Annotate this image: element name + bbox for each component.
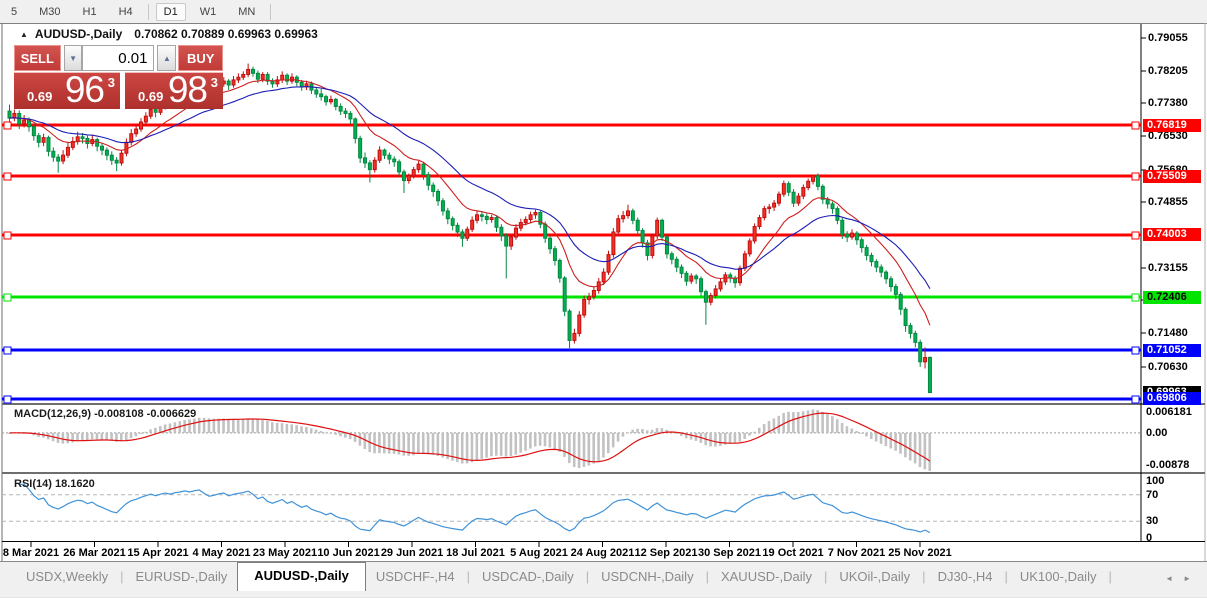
price-axis-tick: 0.79055 (1148, 32, 1188, 44)
level-price-label: 0.69806 (1143, 392, 1201, 405)
level-price-label: 0.72406 (1143, 291, 1201, 304)
sell-price-big: 96 (65, 69, 104, 111)
symbol-tab-dj30h4[interactable]: DJ30-,H4 (928, 564, 1003, 591)
tab-separator: | (584, 564, 591, 591)
price-axis-tick: 0.71480 (1148, 327, 1188, 339)
tab-separator: | (465, 564, 472, 591)
chevron-up-icon: ▲ (163, 54, 171, 63)
sell-price-prefix: 0.69 (27, 89, 52, 104)
macd-indicator-label: MACD(12,26,9) -0.008108 -0.006629 (14, 408, 196, 420)
rsi-scale-label: 70 (1146, 489, 1158, 501)
tab-separator: | (920, 564, 927, 591)
symbol-tab-bar: USDX,Weekly|EURUSD-,DailyAUDUSD-,DailyUS… (0, 561, 1207, 597)
symbol-tab-usdxweekly[interactable]: USDX,Weekly (16, 564, 118, 591)
tab-separator: | (822, 564, 829, 591)
symbol-tab-audusddaily[interactable]: AUDUSD-,Daily (237, 562, 366, 591)
one-click-trade-panel: SELL ▼ ▲ BUY 0.69 96 3 0.69 98 3 (14, 45, 223, 109)
level-price-label: 0.75509 (1143, 170, 1201, 183)
tabs-scroll-left-icon[interactable]: ◄ (1165, 574, 1183, 583)
mt4-terminal: { "toolbar": {"timeframes": ["5","M30","… (0, 0, 1207, 597)
sell-button[interactable]: SELL (14, 45, 61, 71)
date-label: 25 Nov 2021 (888, 547, 952, 559)
symbol-tab-usdcnhdaily[interactable]: USDCNH-,Daily (591, 564, 703, 591)
level-price-label: 0.71052 (1143, 344, 1201, 357)
symbol-tab-xauusddaily[interactable]: XAUUSD-,Daily (711, 564, 822, 591)
sell-price-sup: 3 (108, 75, 115, 90)
date-label: 5 Aug 2021 (510, 547, 568, 559)
date-label: 26 Mar 2021 (63, 547, 125, 559)
date-label: 23 May 2021 (253, 547, 317, 559)
rsi-indicator-label: RSI(14) 18.1620 (14, 478, 95, 490)
buy-price-big: 98 (168, 69, 207, 111)
price-axis-tick: 0.77380 (1148, 97, 1188, 109)
level-price-label: 0.76819 (1143, 119, 1201, 132)
symbol-tab-usdcaddaily[interactable]: USDCAD-,Daily (472, 564, 584, 591)
sell-price-display[interactable]: 0.69 96 3 (14, 72, 120, 109)
level-price-label: 0.74003 (1143, 228, 1201, 241)
macd-scale-label: 0.006181 (1146, 406, 1192, 418)
price-axis-tick: 0.74855 (1148, 196, 1188, 208)
date-label: 15 Apr 2021 (127, 547, 188, 559)
tab-separator: | (1002, 564, 1009, 591)
tab-separator: | (704, 564, 711, 591)
volume-decrease-button[interactable]: ▼ (64, 45, 83, 71)
date-label: 30 Sep 2021 (698, 547, 761, 559)
date-label: 29 Jun 2021 (381, 547, 443, 559)
price-axis-tick: 0.78205 (1148, 65, 1188, 77)
macd-scale-label: 0.00 (1146, 427, 1167, 439)
rsi-scale-label: 100 (1146, 475, 1164, 487)
date-label: 7 Nov 2021 (828, 547, 885, 559)
chart-symbol-label: AUDUSD-,Daily (35, 27, 122, 41)
price-axis-tick: 0.70630 (1148, 361, 1188, 373)
tabs-scroll-right-icon[interactable]: ► (1183, 574, 1201, 583)
symbol-tab-eurusddaily[interactable]: EURUSD-,Daily (126, 564, 238, 591)
symbol-tab-usdchfh4[interactable]: USDCHF-,H4 (366, 564, 465, 591)
date-label: 12 Sep 2021 (635, 547, 698, 559)
buy-button[interactable]: BUY (178, 45, 223, 71)
chart-ohlc-values: 0.70862 0.70889 0.69963 0.69963 (134, 27, 318, 41)
buy-price-prefix: 0.69 (138, 89, 163, 104)
date-label: 24 Aug 2021 (571, 547, 635, 559)
collapse-panel-icon[interactable]: ▲ (20, 30, 28, 39)
price-axis-tick: 0.73155 (1148, 262, 1188, 274)
volume-increase-button[interactable]: ▲ (157, 45, 176, 71)
symbol-tab-ukoildaily[interactable]: UKOil-,Daily (829, 564, 920, 591)
chevron-down-icon: ▼ (69, 54, 77, 63)
symbol-tab-uk100daily[interactable]: UK100-,Daily (1010, 564, 1107, 591)
tab-separator: | (1106, 564, 1113, 591)
tab-separator: | (118, 564, 125, 591)
date-label: 19 Oct 2021 (762, 547, 823, 559)
date-label: 8 Mar 2021 (3, 547, 59, 559)
buy-price-display[interactable]: 0.69 98 3 (125, 72, 223, 109)
rsi-scale-label: 0 (1146, 532, 1152, 544)
date-label: 4 May 2021 (192, 547, 250, 559)
volume-input[interactable] (82, 45, 154, 71)
macd-scale-label: -0.00878 (1146, 459, 1189, 471)
date-label: 10 Jun 2021 (317, 547, 379, 559)
date-label: 18 Jul 2021 (446, 547, 505, 559)
chart-title: ▲ AUDUSD-,Daily 0.70862 0.70889 0.69963 … (20, 27, 318, 41)
rsi-scale-label: 30 (1146, 515, 1158, 527)
buy-price-sup: 3 (211, 75, 218, 90)
